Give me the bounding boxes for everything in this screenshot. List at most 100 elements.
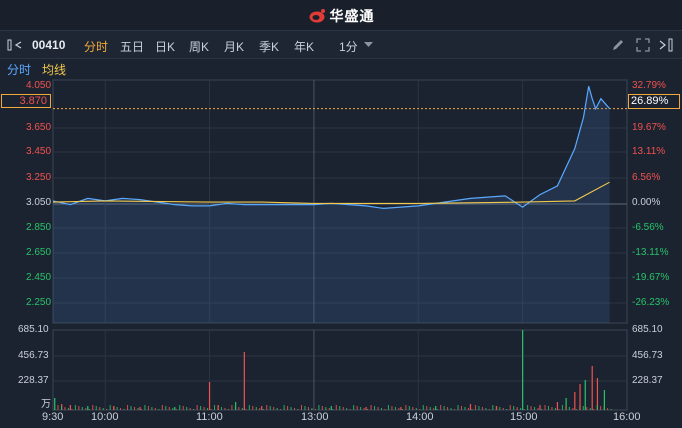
volume-unit: 万 [41, 399, 51, 410]
volume-bar [172, 408, 174, 410]
time-tick: 13:00 [301, 411, 329, 423]
percent-tick: 6.56% [632, 172, 661, 183]
tab-month-k[interactable]: 月K [224, 38, 244, 55]
volume-tick-left: 228.37 [18, 375, 49, 386]
volume-bar [565, 398, 567, 410]
fullscreen-icon[interactable] [636, 38, 650, 52]
volume-bar [174, 407, 176, 410]
draw-pen-icon[interactable] [611, 38, 625, 52]
volume-bar [113, 406, 115, 410]
volume-bar [266, 405, 268, 410]
percent-tick: -26.23% [632, 297, 670, 308]
percent-tick: -6.56% [632, 222, 664, 233]
volume-bar [579, 405, 581, 410]
tab-week-k[interactable]: 周K [189, 38, 209, 55]
volume-bar [572, 408, 574, 410]
chevron-down-icon[interactable] [364, 42, 373, 48]
volume-bar [412, 407, 414, 410]
tab-year-k[interactable]: 年K [294, 38, 314, 55]
volume-bar [471, 409, 473, 410]
volume-bar [398, 408, 400, 410]
volume-bar [71, 409, 73, 410]
volume-bar [273, 407, 275, 410]
volume-bar [262, 409, 264, 410]
volume-bar [139, 407, 141, 410]
volume-bar [64, 407, 66, 410]
volume-bar [88, 409, 90, 410]
volume-bar [290, 407, 292, 410]
volume-bar [193, 409, 195, 410]
price-tick: 2.850 [26, 222, 52, 233]
volume-bar [509, 405, 511, 410]
volume-bar [207, 408, 209, 410]
volume-bar [318, 405, 320, 410]
volume-bar [227, 409, 229, 410]
volume-bar [464, 407, 466, 410]
volume-bar [610, 409, 612, 410]
price-tick: 4.050 [26, 80, 52, 91]
volume-bar [297, 409, 299, 410]
time-tick: 16:00 [613, 411, 641, 423]
volume-bar [276, 408, 278, 410]
volume-bar [106, 409, 108, 410]
volume-bar [85, 408, 87, 410]
current-price-marker: 3.870 [1, 94, 51, 108]
volume-tick-right: 456.73 [632, 350, 663, 361]
tab-minute[interactable]: 分时 [84, 38, 108, 55]
volume-bar [481, 407, 483, 410]
volume-bar [78, 406, 80, 410]
volume-bar [304, 406, 306, 410]
volume-bar [513, 406, 515, 410]
volume-bar [60, 406, 62, 410]
volume-bar [116, 407, 118, 410]
volume-bar [339, 406, 341, 410]
volume-bar [461, 406, 463, 410]
tab-five-day[interactable]: 五日 [120, 38, 144, 55]
volume-bar [151, 407, 153, 410]
volume-bar [130, 406, 132, 410]
volume-bar [488, 409, 490, 410]
volume-bar [433, 408, 435, 410]
volume-bar [175, 409, 177, 410]
volume-bar [485, 408, 487, 410]
volume-bar [522, 330, 524, 410]
price-tick: 3.050 [26, 197, 52, 208]
volume-bar [54, 398, 56, 410]
tab-quarter-k[interactable]: 季K [259, 38, 279, 55]
volume-bar [575, 409, 577, 410]
volume-bar [440, 405, 442, 410]
volume-bar [349, 409, 351, 410]
volume-bar [589, 408, 591, 410]
interval-select[interactable]: 1分 [339, 38, 358, 55]
volume-bar [54, 409, 55, 410]
volume-bar [332, 409, 334, 410]
volume-bar [478, 406, 480, 410]
volume-bar [547, 406, 549, 410]
expand-panel-icon[interactable] [658, 38, 674, 52]
volume-bar [255, 407, 257, 410]
time-tick: 10:00 [91, 411, 119, 423]
percent-tick: 32.79% [632, 80, 666, 91]
volume-bar [539, 405, 541, 410]
volume-bar [61, 404, 63, 410]
volume-bar [544, 405, 546, 410]
volume-bar [243, 352, 245, 410]
volume-bar [189, 408, 191, 410]
volume-bar [235, 402, 237, 410]
volume-bar [591, 366, 593, 410]
percent-tick: -19.67% [632, 272, 670, 283]
volume-bar [113, 406, 115, 410]
volume-bar [269, 406, 271, 410]
volume-bar [353, 405, 355, 410]
volume-bar [436, 409, 438, 410]
volume-bar [74, 405, 76, 410]
tab-day-k[interactable]: 日K [155, 38, 175, 55]
volume-bar [516, 407, 518, 410]
volume-bar [210, 409, 212, 410]
volume-bar [287, 406, 289, 410]
volume-bar [87, 406, 89, 410]
volume-bar [426, 406, 428, 410]
collapse-panel-icon[interactable] [7, 39, 23, 51]
volume-bar [520, 408, 522, 410]
volume-bar [67, 408, 69, 410]
